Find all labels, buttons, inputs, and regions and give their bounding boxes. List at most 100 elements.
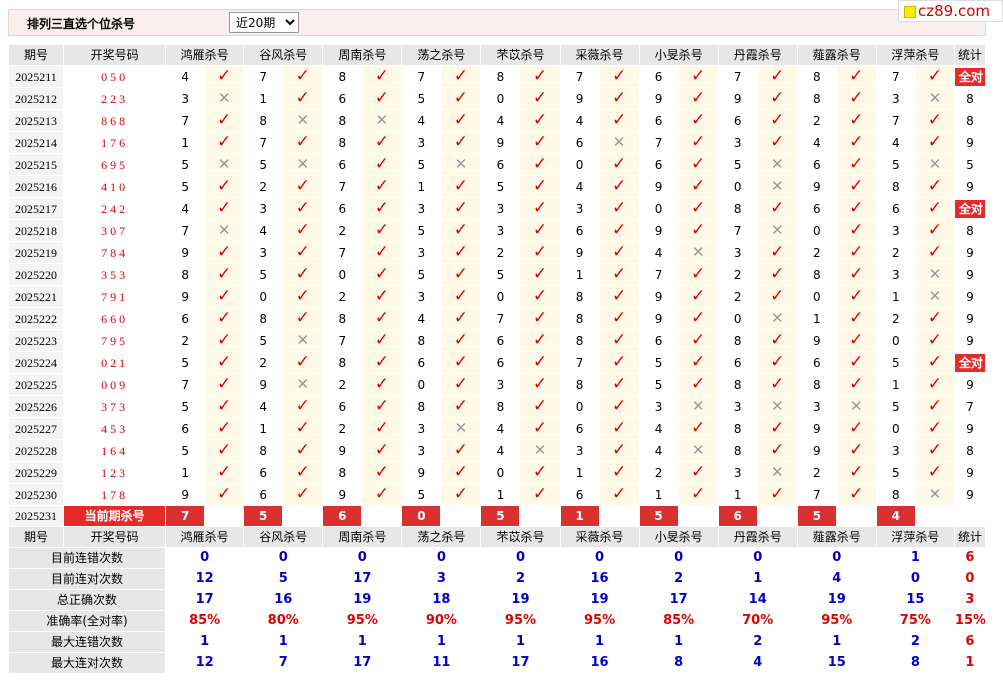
check-icon: ✓ <box>691 308 706 329</box>
header-expert[interactable]: 丹霞杀号 <box>717 44 798 66</box>
kill-number: 7 <box>480 307 521 330</box>
check-icon: ✓ <box>927 374 942 395</box>
check-icon: ✓ <box>835 263 877 286</box>
header-expert[interactable]: 芣苡杀号 <box>480 526 561 548</box>
draw-code: 176 <box>63 131 167 154</box>
check-icon: ✓ <box>598 417 640 440</box>
cross-icon: ✕ <box>282 153 324 176</box>
stats-value: 1 <box>559 631 640 653</box>
check-icon: ✓ <box>849 286 864 307</box>
check-icon: ✓ <box>295 176 310 197</box>
stats-value: 1 <box>165 631 245 653</box>
table-row: 2025211 050 4 ✓ 7 ✓ 8 ✓ 7 ✓ 8 ✓ 7 ✓ 6 ✓ 7 ✓ 8 ✓ 7 ✓ 全对 <box>7 65 987 88</box>
header-expert[interactable]: 浮萍杀号 <box>875 526 955 548</box>
check-icon: ✓ <box>756 329 798 352</box>
period-select[interactable]: 近20期 <box>229 12 299 33</box>
cross-icon: ✕ <box>677 241 719 264</box>
check-icon: ✓ <box>453 286 469 307</box>
kill-number: 3 <box>638 395 679 418</box>
row-stat: 9 <box>953 285 987 308</box>
check-icon: ✓ <box>295 264 310 285</box>
header-expert[interactable]: 采薇杀号 <box>559 44 640 66</box>
kill-number: 3 <box>717 395 758 418</box>
issue-number: 2025230 <box>7 483 65 506</box>
check-icon: ✓ <box>519 109 561 132</box>
kill-number: 6 <box>322 197 363 220</box>
cross-icon: ✕ <box>361 109 403 132</box>
header-expert[interactable]: 薤露杀号 <box>796 526 877 548</box>
check-icon: ✓ <box>756 65 798 88</box>
check-icon: ✓ <box>295 88 310 109</box>
kill-number: 5 <box>875 153 916 176</box>
stats-total: 0 <box>953 568 987 590</box>
kill-number: 4 <box>165 197 206 220</box>
header-expert[interactable]: 谷风杀号 <box>243 526 324 548</box>
check-icon: ✓ <box>598 175 640 198</box>
check-icon: ✓ <box>691 330 706 351</box>
row-stat: 9 <box>953 329 987 352</box>
check-icon: ✓ <box>927 132 942 153</box>
kill-number: 8 <box>322 351 363 374</box>
stats-value: 15 <box>796 652 877 674</box>
stats-value: 0 <box>638 547 719 569</box>
table-row: 2025213 868 7 ✓ 8 ✕ 8 ✕ 4 ✓ 4 ✓ 4 ✓ 6 ✓ 6 ✓ 2 ✓ 7 ✓ 8 <box>7 109 987 132</box>
check-icon: ✓ <box>453 264 469 285</box>
header-expert[interactable]: 浮萍杀号 <box>875 44 955 66</box>
cross-icon: ✕ <box>914 87 955 110</box>
issue-number: 2025225 <box>7 373 65 396</box>
kill-number: 2 <box>322 417 363 440</box>
kill-number: 9 <box>559 241 600 264</box>
header-expert[interactable]: 鸿雁杀号 <box>165 526 245 548</box>
header-expert[interactable]: 周南杀号 <box>322 526 403 548</box>
draw-code: 021 <box>63 351 167 374</box>
kill-number: 5 <box>401 263 442 286</box>
header-expert[interactable]: 鸿雁杀号 <box>165 44 245 66</box>
header-expert[interactable]: 薤露杀号 <box>796 44 877 66</box>
check-icon: ✓ <box>204 395 245 418</box>
kill-number: 4 <box>401 109 442 132</box>
site-logo[interactable]: cz89.com <box>898 0 1003 22</box>
header-expert[interactable]: 丹霞杀号 <box>717 526 798 548</box>
stats-value: 1 <box>401 631 482 653</box>
check-icon: ✓ <box>295 462 310 483</box>
header-code: 开奖号码 <box>63 526 167 548</box>
row-stat: 8 <box>953 439 987 462</box>
header-expert[interactable]: 小旻杀号 <box>638 44 719 66</box>
kill-number: 2 <box>322 219 363 242</box>
kill-number: 8 <box>796 87 837 110</box>
stats-value: 7 <box>243 652 324 674</box>
issue-number: 2025217 <box>7 197 65 220</box>
kill-number: 6 <box>559 417 600 440</box>
kill-number: 9 <box>322 483 363 506</box>
header-expert[interactable]: 芣苡杀号 <box>480 44 561 66</box>
kill-number-table: 期号 开奖号码 鸿雁杀号 谷风杀号 周南杀号 荡之杀号 芣苡杀号 采薇杀号 小旻杀号 丹霞杀号 薤露… <box>7 44 987 674</box>
cross-icon: ✕ <box>296 111 310 129</box>
stats-value: 2 <box>875 631 955 653</box>
table-row: 2025214 176 1 ✓ 7 ✓ 8 ✓ 3 ✓ 9 ✓ 6 ✕ 7 ✓ 3 ✓ 4 ✓ 4 ✓ 9 <box>7 131 987 154</box>
header-expert[interactable]: 采薇杀号 <box>559 526 640 548</box>
check-icon: ✓ <box>835 373 877 396</box>
header-expert[interactable]: 谷风杀号 <box>243 44 324 66</box>
check-icon: ✓ <box>691 88 706 109</box>
check-icon: ✓ <box>598 373 640 396</box>
header-row: 期号 开奖号码 鸿雁杀号 谷风杀号 周南杀号 荡之杀号 芣苡杀号 采薇杀号 小旻杀号 丹霞杀号 薤露… <box>7 526 987 548</box>
check-icon: ✓ <box>691 110 706 131</box>
check-icon: ✓ <box>374 286 389 307</box>
row-stat: 9 <box>953 307 987 330</box>
stats-value: 0 <box>796 547 877 569</box>
kill-number: 5 <box>165 439 206 462</box>
table-row: 2025216 410 5 ✓ 2 ✓ 7 ✓ 1 ✓ 5 ✓ 4 ✓ 9 ✓ 0 ✕ 9 ✓ 8 ✓ 9 <box>7 175 987 198</box>
check-icon: ✓ <box>519 87 561 110</box>
header-expert[interactable]: 周南杀号 <box>322 44 403 66</box>
check-icon: ✓ <box>611 418 627 439</box>
check-icon: ✓ <box>835 241 877 264</box>
header-expert[interactable]: 荡之杀号 <box>401 526 482 548</box>
check-icon: ✓ <box>453 220 469 241</box>
check-icon: ✓ <box>835 197 877 220</box>
cross-icon: ✕ <box>928 265 942 283</box>
check-icon: ✓ <box>611 220 627 241</box>
kill-number: 5 <box>401 87 442 110</box>
check-icon: ✓ <box>849 330 864 351</box>
header-expert[interactable]: 小旻杀号 <box>638 526 719 548</box>
header-expert[interactable]: 荡之杀号 <box>401 44 482 66</box>
